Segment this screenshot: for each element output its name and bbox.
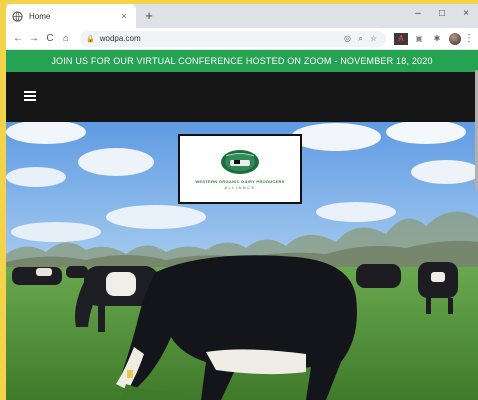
- announcement-text: JOIN US FOR OUR VIRTUAL CONFERENCE HOSTE…: [51, 56, 433, 66]
- logo-subtitle: ALLIANCE: [224, 184, 256, 190]
- close-window-button[interactable]: ×: [458, 6, 474, 22]
- tab-home[interactable]: Home ×: [6, 4, 136, 28]
- tab-close-icon[interactable]: ×: [118, 11, 130, 21]
- announcement-banner: JOIN US FOR OUR VIRTUAL CONFERENCE HOSTE…: [6, 50, 478, 72]
- url-text[interactable]: wodpa.com: [100, 34, 341, 43]
- lock-icon: 🔒: [86, 35, 95, 43]
- minimize-button[interactable]: –: [410, 6, 426, 22]
- cast-icon[interactable]: ◎: [341, 34, 354, 43]
- logo-org-name: WESTERN ORGANIC DAIRY PRODUCERS: [195, 178, 285, 184]
- new-tab-button[interactable]: +: [142, 8, 156, 24]
- hamburger-menu-icon[interactable]: [24, 91, 36, 101]
- site-navbar: [6, 72, 478, 122]
- address-bar[interactable]: 🔒 wodpa.com ◎ ⌕ ☆: [80, 30, 386, 47]
- browser-toolbar: ← → C ⌂ 🔒 wodpa.com ◎ ⌕ ☆ A ▣ ✱ ⋮: [6, 28, 478, 50]
- pdf-extension-icon[interactable]: A: [394, 32, 408, 45]
- globe-icon: [12, 10, 23, 22]
- back-button[interactable]: ←: [10, 33, 26, 44]
- browser-menu-icon[interactable]: ⋮: [464, 33, 474, 44]
- forward-button[interactable]: →: [26, 33, 42, 44]
- site-logo[interactable]: WESTERN ORGANIC DAIRY PRODUCERS ALLIANCE: [178, 134, 302, 204]
- maximize-button[interactable]: □: [434, 6, 450, 22]
- hero-image: WESTERN ORGANIC DAIRY PRODUCERS ALLIANCE: [6, 122, 478, 400]
- puzzle-extensions-icon[interactable]: ✱: [430, 33, 444, 45]
- browser-window: Home × + – □ × ← → C ⌂ 🔒 wodpa.com ◎ ⌕ ☆…: [6, 4, 478, 400]
- tab-title: Home: [29, 11, 51, 21]
- extension-icon[interactable]: ▣: [412, 33, 426, 45]
- bookmark-star-icon[interactable]: ☆: [367, 34, 380, 43]
- reload-button[interactable]: C: [42, 33, 58, 44]
- tab-strip: Home × + – □ ×: [6, 4, 478, 28]
- dairy-alliance-logo-icon: [221, 149, 259, 174]
- profile-avatar[interactable]: [449, 32, 461, 45]
- zoom-icon[interactable]: ⌕: [354, 34, 367, 44]
- home-button[interactable]: ⌂: [58, 33, 74, 44]
